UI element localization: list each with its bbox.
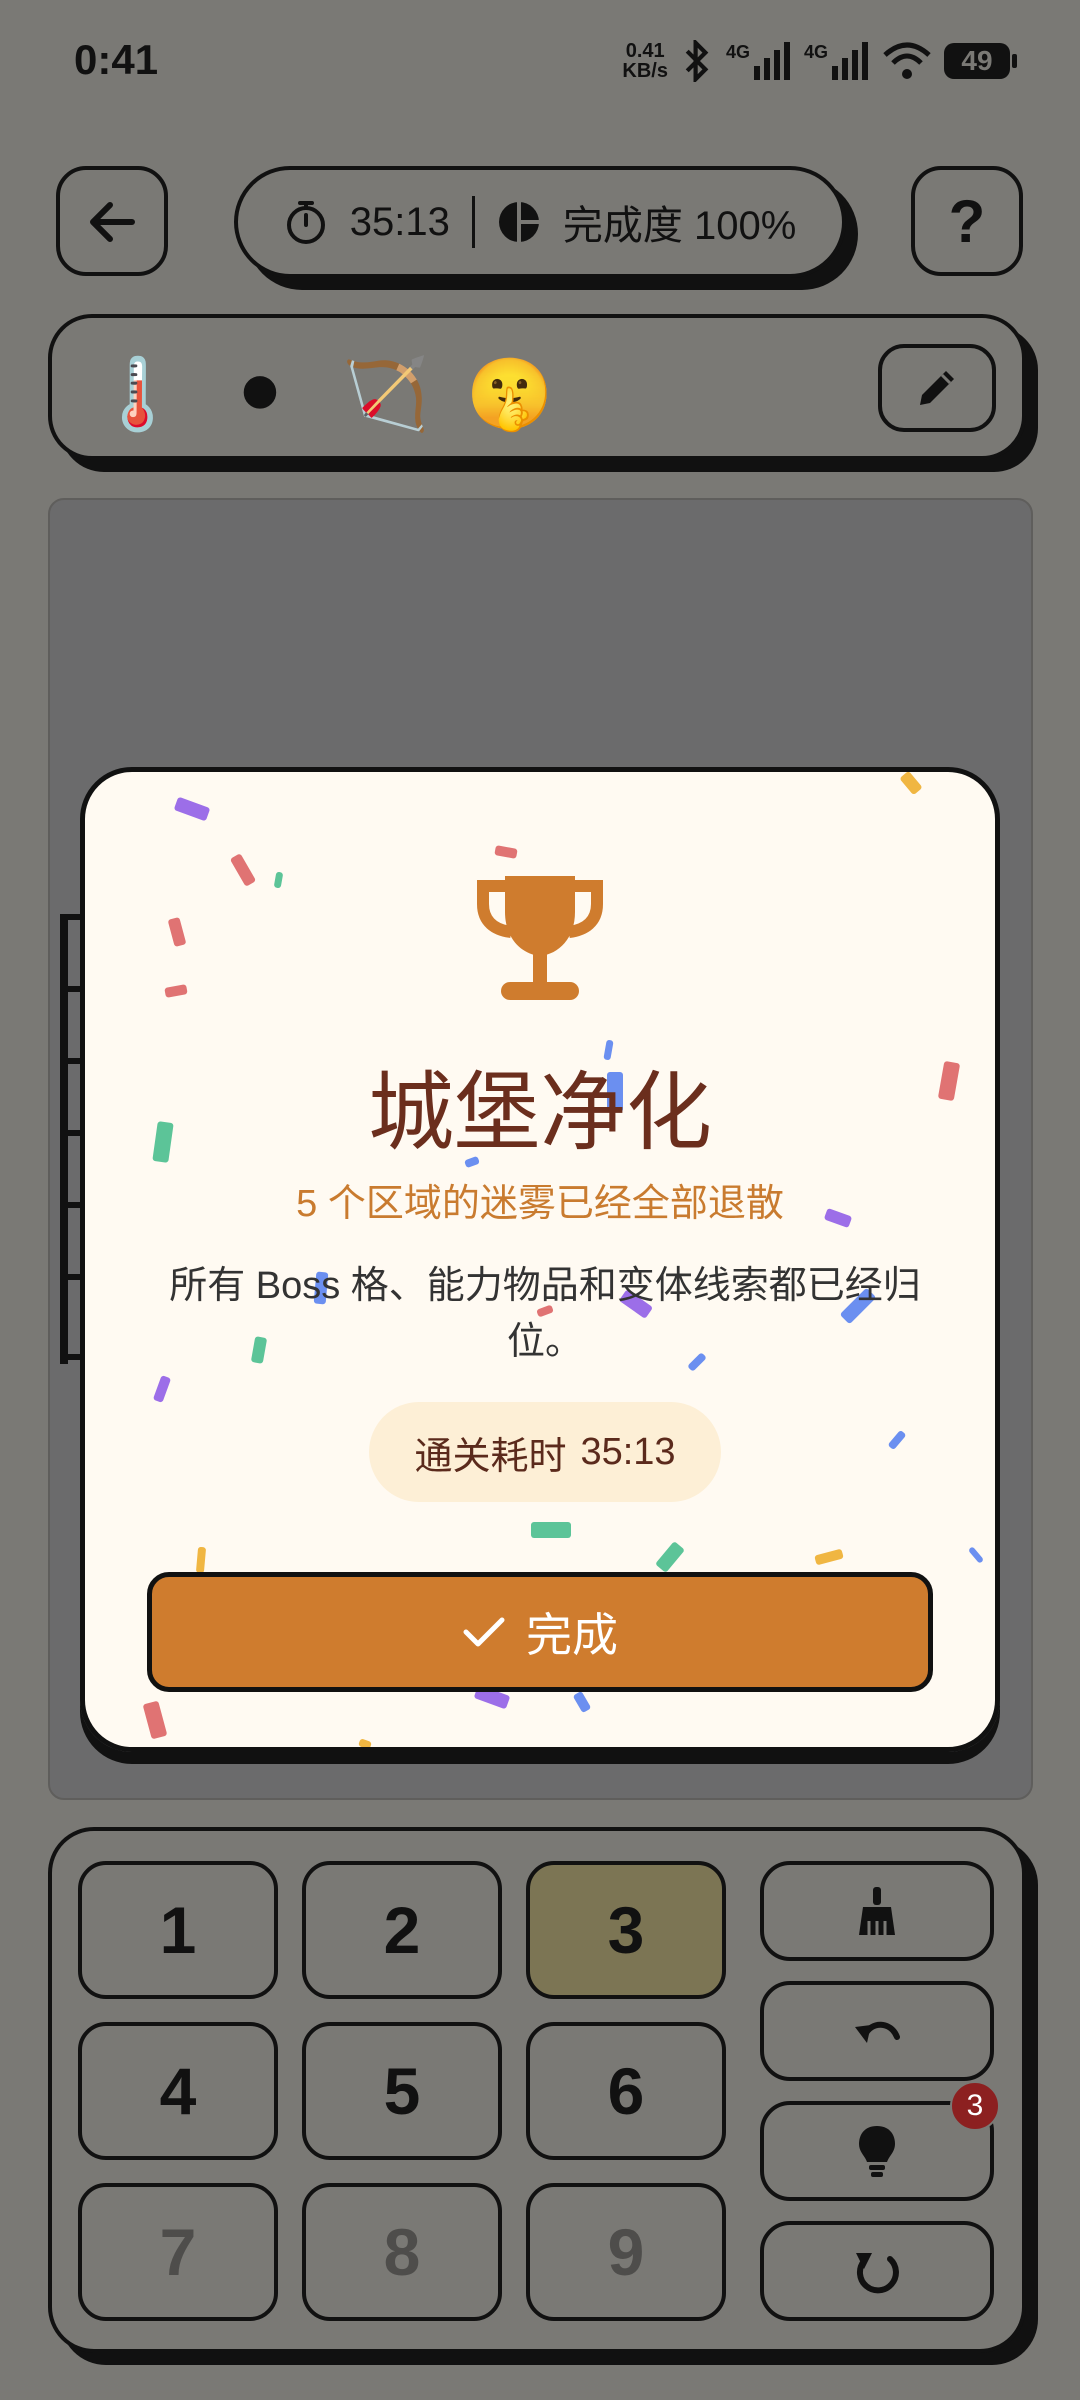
help-label: ? bbox=[948, 187, 986, 255]
undo-icon bbox=[855, 2021, 900, 2043]
done-button[interactable]: 完成 bbox=[147, 1572, 933, 1692]
thermometer-icon[interactable]: 🌡️ bbox=[94, 352, 181, 436]
status-icons: 0.41 KB/s 4G 4G 49 bbox=[622, 34, 1017, 88]
key-9[interactable]: 9 bbox=[526, 2183, 726, 2321]
undo-button[interactable] bbox=[760, 1981, 994, 2081]
help-button[interactable]: ? bbox=[911, 166, 1023, 276]
rotate-icon bbox=[856, 2253, 899, 2294]
key-1[interactable]: 1 bbox=[78, 1861, 278, 1999]
bluetooth-icon bbox=[685, 40, 709, 82]
bow-and-arrow-icon[interactable]: 🏹 bbox=[342, 352, 429, 436]
pencil-icon bbox=[920, 371, 954, 405]
key-6[interactable]: 6 bbox=[526, 2022, 726, 2160]
dialog-title: 城堡净化 bbox=[368, 1063, 712, 1163]
shushing-face-icon[interactable]: 🤫 bbox=[466, 352, 553, 436]
key-7[interactable]: 7 bbox=[78, 2183, 278, 2321]
checkmark-icon bbox=[463, 1617, 505, 1647]
key-2[interactable]: 2 bbox=[302, 1861, 502, 1999]
net-speed-unit: KB/s bbox=[622, 60, 668, 82]
reset-button[interactable] bbox=[760, 2221, 994, 2321]
clear-time-value: 35:13 bbox=[580, 1430, 676, 1473]
key-5[interactable]: 5 bbox=[302, 2022, 502, 2160]
signal-1-icon: 4G bbox=[726, 42, 792, 80]
wifi-icon bbox=[883, 42, 931, 79]
timer-text: 35:13 bbox=[349, 199, 450, 244]
divider bbox=[471, 196, 475, 248]
lightbulb-icon bbox=[859, 2126, 895, 2177]
pie-chart-icon bbox=[498, 202, 539, 242]
arrow-left-icon bbox=[90, 202, 135, 242]
battery-icon: 49 bbox=[944, 43, 1017, 79]
key-8[interactable]: 8 bbox=[302, 2183, 502, 2321]
edit-button[interactable] bbox=[878, 344, 996, 432]
number-keypad: 1 2 3 4 5 6 7 8 9 3 bbox=[48, 1827, 1026, 2353]
clear-time-pill: 通关耗时 35:13 bbox=[369, 1402, 721, 1502]
back-button[interactable] bbox=[56, 166, 168, 276]
black-circle-icon[interactable]: ⚫ bbox=[218, 352, 302, 436]
erase-button[interactable] bbox=[760, 1861, 994, 1961]
net-speed-value: 0.41 bbox=[625, 40, 665, 62]
clear-time-label: 通关耗时 bbox=[414, 1435, 567, 1478]
stopwatch-icon bbox=[286, 201, 325, 244]
dialog-description: 所有 Boss 格、能力物品和变体线索都已经归位。 bbox=[169, 1265, 921, 1363]
broom-icon bbox=[859, 1887, 895, 1935]
status-time: 0:41 bbox=[74, 36, 159, 83]
signal-2-icon: 4G bbox=[804, 42, 870, 80]
key-3-selected[interactable]: 3 bbox=[526, 1861, 726, 1999]
trophy-icon bbox=[477, 876, 603, 1000]
key-4[interactable]: 4 bbox=[78, 2022, 278, 2160]
hint-count-badge: 3 bbox=[950, 2081, 1000, 2131]
timer-progress-chip: 35:13 完成度 100% bbox=[234, 166, 846, 278]
network-speed: 0.41 KB/s bbox=[622, 41, 668, 81]
item-toolbar: 🌡️ ⚫ 🏹 🤫 bbox=[48, 314, 1026, 460]
hint-button[interactable]: 3 bbox=[760, 2081, 1000, 2201]
dialog-subtitle: 5 个区域的迷雾已经全部退散 bbox=[296, 1183, 784, 1225]
completion-dialog: 城堡净化 5 个区域的迷雾已经全部退散 所有 Boss 格、能力物品和变体线索都… bbox=[80, 767, 1000, 1752]
progress-text: 完成度 100% bbox=[562, 204, 797, 248]
done-label: 完成 bbox=[526, 1609, 618, 1661]
